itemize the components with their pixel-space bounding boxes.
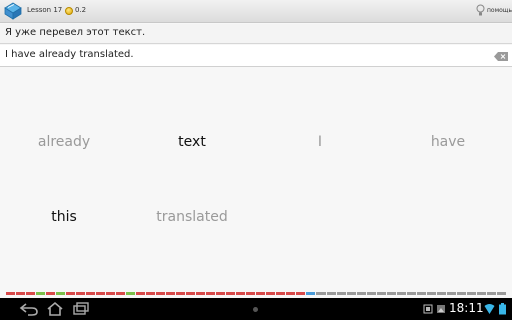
progress-segment [406, 292, 416, 295]
score-value: 0.2 [75, 6, 87, 14]
progress-segment [126, 292, 136, 295]
wifi-icon [484, 304, 495, 314]
menu-dot-icon[interactable] [253, 307, 258, 312]
progress-segment [86, 292, 96, 295]
lesson-progress-bar [6, 292, 506, 295]
progress-segment [116, 292, 126, 295]
backspace-icon[interactable] [494, 52, 508, 61]
progress-segment [206, 292, 216, 295]
word-tile-text[interactable]: text [137, 134, 247, 150]
answer-field[interactable]: I have already translated. [0, 45, 512, 67]
progress-segment [316, 292, 326, 295]
home-icon[interactable] [44, 301, 66, 317]
word-tile-this[interactable]: this [9, 209, 119, 225]
title-bar: Lesson 17 0.2 помощь [0, 0, 512, 23]
progress-segment [56, 292, 66, 295]
progress-segment [416, 292, 426, 295]
progress-segment [156, 292, 166, 295]
lightbulb-icon[interactable] [476, 4, 485, 18]
answer-text: I have already translated. [5, 49, 134, 60]
progress-segment [36, 292, 46, 295]
app-book-icon[interactable] [3, 1, 23, 21]
progress-segment [196, 292, 206, 295]
progress-segment [106, 292, 116, 295]
progress-segment [96, 292, 106, 295]
progress-segment [296, 292, 306, 295]
progress-segment [66, 292, 76, 295]
progress-segment [446, 292, 456, 295]
progress-segment [136, 292, 146, 295]
back-icon[interactable] [18, 301, 40, 317]
word-tile-i[interactable]: I [265, 134, 375, 150]
help-button[interactable]: помощь [487, 7, 512, 14]
progress-segment [456, 292, 466, 295]
progress-segment [256, 292, 266, 295]
lesson-label: Lesson 17 [27, 6, 63, 14]
progress-segment [426, 292, 436, 295]
source-sentence: Я уже перевел этот текст. [5, 27, 146, 38]
progress-segment [396, 292, 406, 295]
system-nav-bar: 18:11 [0, 298, 512, 320]
progress-segment [346, 292, 356, 295]
progress-segment [436, 292, 446, 295]
progress-segment [26, 292, 36, 295]
progress-segment [16, 292, 26, 295]
progress-segment [46, 292, 56, 295]
progress-segment [216, 292, 226, 295]
progress-segment [306, 292, 316, 295]
progress-segment [276, 292, 286, 295]
progress-segment [226, 292, 236, 295]
progress-segment [326, 292, 336, 295]
word-tile-translated[interactable]: translated [137, 209, 247, 225]
progress-segment [266, 292, 276, 295]
progress-segment [146, 292, 156, 295]
word-tile-already[interactable]: already [9, 134, 119, 150]
progress-segment [336, 292, 346, 295]
source-sentence-row: Я уже перевел этот текст. [0, 24, 512, 44]
progress-segment [76, 292, 86, 295]
progress-segment [186, 292, 196, 295]
progress-segment [176, 292, 186, 295]
screenshot-icon [423, 304, 433, 314]
progress-segment [246, 292, 256, 295]
progress-segment [6, 292, 16, 295]
progress-segment [366, 292, 376, 295]
gallery-icon [437, 305, 445, 313]
progress-segment [386, 292, 396, 295]
progress-segment [376, 292, 386, 295]
progress-segment [476, 292, 486, 295]
word-tile-have[interactable]: have [393, 134, 503, 150]
coin-icon [65, 7, 73, 15]
clock: 18:11 [449, 301, 484, 315]
progress-segment [356, 292, 366, 295]
progress-segment [236, 292, 246, 295]
progress-segment [486, 292, 496, 295]
progress-segment [496, 292, 506, 295]
progress-segment [166, 292, 176, 295]
progress-segment [286, 292, 296, 295]
progress-segment [466, 292, 476, 295]
recent-apps-icon[interactable] [70, 301, 92, 317]
battery-icon [499, 303, 506, 315]
